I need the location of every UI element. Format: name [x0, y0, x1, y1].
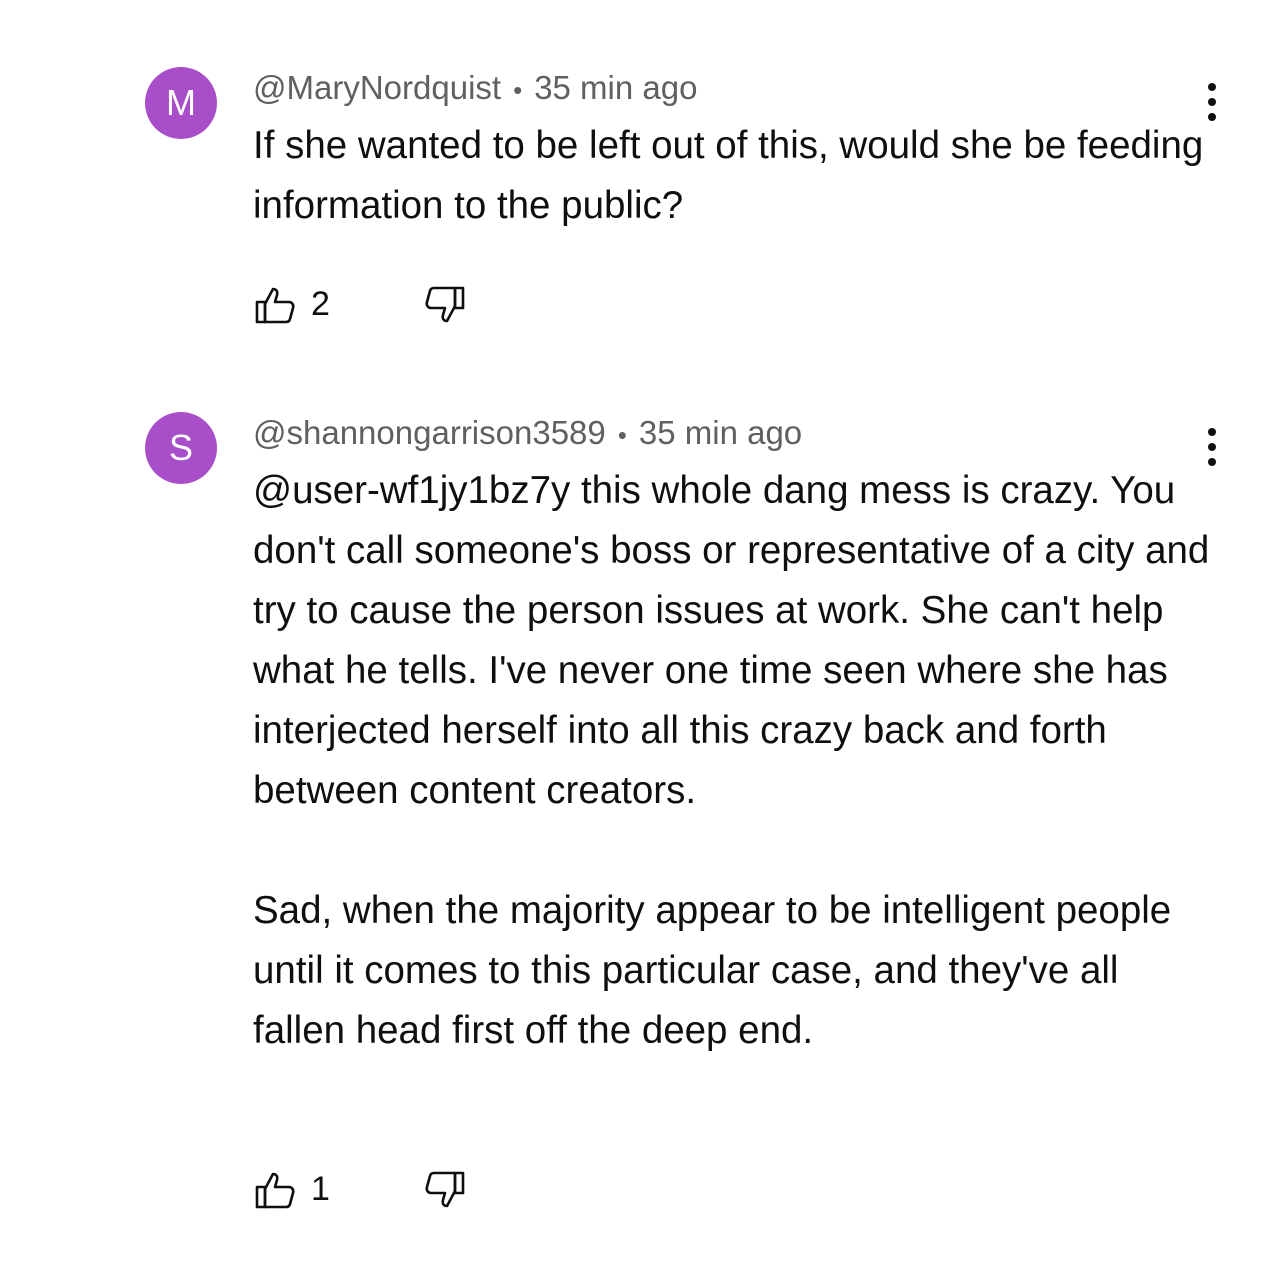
comment-paragraph: @user-wf1jy1bz7y this whole dang mess is… — [253, 469, 1210, 812]
avatar[interactable]: M — [145, 67, 217, 139]
meta-separator: • — [513, 75, 523, 105]
more-options-button[interactable] — [1196, 80, 1228, 126]
like-button[interactable]: 1 — [253, 1168, 330, 1217]
comment-time: 35 min ago — [534, 69, 698, 106]
comment-paragraph: If she wanted to be left out of this, wo… — [253, 124, 1204, 227]
like-count: 1 — [311, 1170, 330, 1208]
thumbs-down-icon — [425, 1171, 465, 1208]
dislike-button[interactable] — [423, 283, 467, 332]
thumbs-up-icon — [255, 287, 295, 324]
comment-paragraph: Sad, when the majority appear to be inte… — [253, 889, 1172, 1052]
thumbs-down-icon — [425, 286, 465, 323]
dislike-button[interactable] — [423, 1168, 467, 1217]
thumbs-up-icon — [255, 1172, 295, 1209]
more-options-button[interactable] — [1196, 425, 1228, 471]
more-vertical-icon — [1208, 83, 1216, 121]
comment-meta: @shannongarrison3589 • 35 min ago — [253, 413, 802, 455]
like-count: 2 — [311, 285, 330, 323]
comment-author[interactable]: @MaryNordquist — [253, 69, 501, 106]
meta-separator: • — [617, 420, 627, 450]
like-button[interactable]: 2 — [253, 283, 330, 332]
comment-author[interactable]: @shannongarrison3589 — [253, 414, 606, 451]
comment-text: If she wanted to be left out of this, wo… — [253, 116, 1213, 236]
avatar[interactable]: S — [145, 412, 217, 484]
comment-meta: @MaryNordquist • 35 min ago — [253, 68, 697, 110]
more-vertical-icon — [1208, 428, 1216, 466]
comment-text: @user-wf1jy1bz7y this whole dang mess is… — [253, 461, 1213, 1061]
comment-time: 35 min ago — [638, 414, 803, 451]
